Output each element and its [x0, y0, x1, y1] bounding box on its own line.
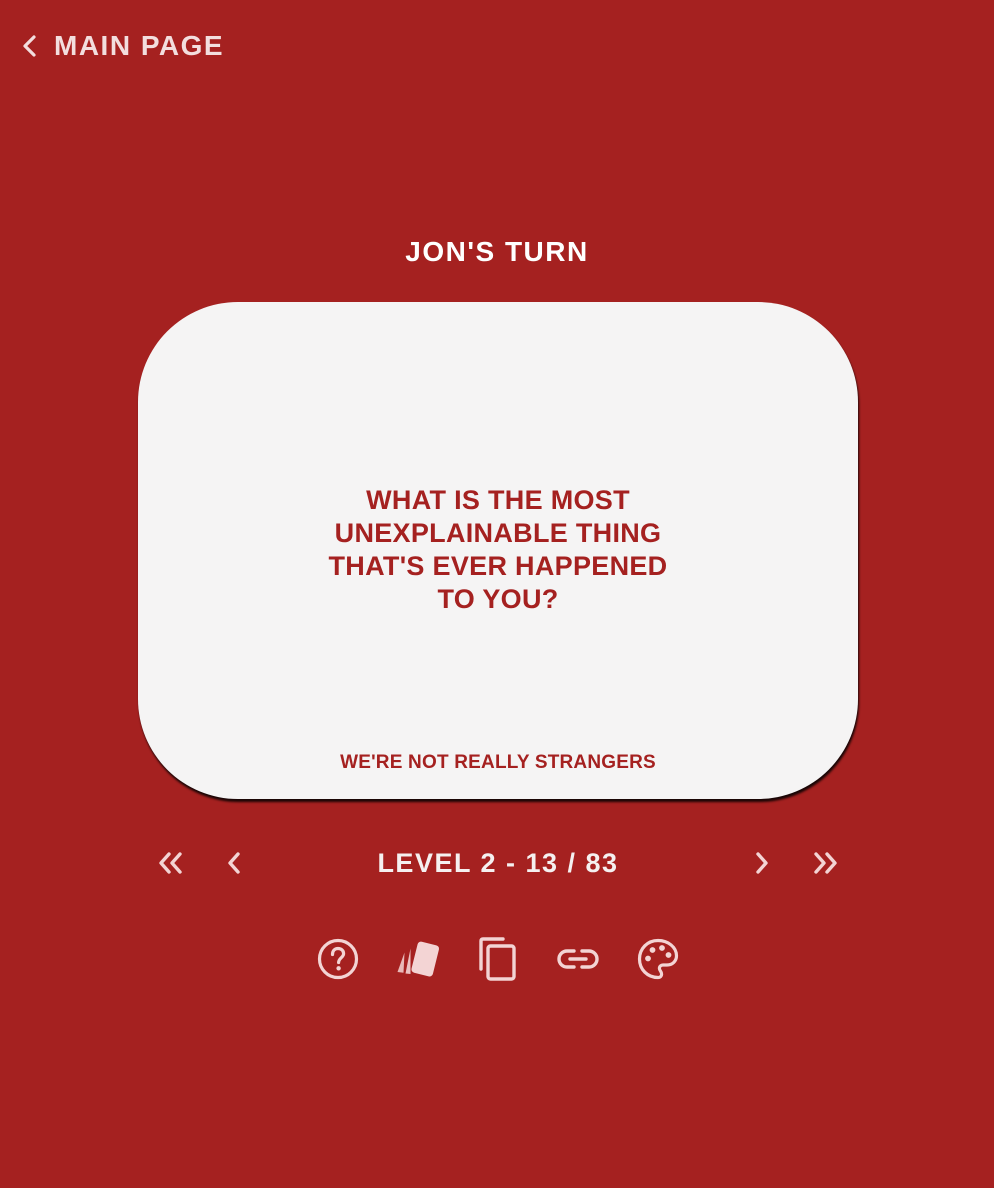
first-card-button[interactable]: [152, 846, 188, 880]
double-chevron-right-icon: [814, 852, 837, 874]
theme-button[interactable]: [635, 936, 681, 982]
previous-card-button[interactable]: [216, 846, 252, 880]
copy-button[interactable]: [475, 936, 521, 982]
level-progress: LEVEL 2 - 13 / 83: [377, 848, 619, 878]
help-button[interactable]: [315, 936, 361, 982]
link-button[interactable]: [555, 936, 601, 982]
question-text: WHAT IS THE MOST UNEXPLAINABLE THING THA…: [328, 485, 668, 614]
cards-icon: [397, 941, 440, 977]
main-page-link[interactable]: MAIN PAGE: [18, 28, 224, 64]
help-icon: [317, 938, 359, 980]
double-chevron-left-icon: [159, 852, 182, 874]
next-card-button[interactable]: [744, 846, 780, 880]
turn-label: JON'S TURN: [405, 236, 589, 267]
copy-icon: [479, 937, 516, 981]
question-card: WHAT IS THE MOST UNEXPLAINABLE THING THA…: [138, 302, 858, 799]
cards-button[interactable]: [395, 936, 441, 982]
chevron-left-icon: [228, 852, 240, 874]
last-card-button[interactable]: [808, 846, 844, 880]
main-page-label: MAIN PAGE: [54, 30, 225, 61]
chevron-right-icon: [756, 852, 768, 874]
game-brand: WE'RE NOT REALLY STRANGERS: [340, 752, 656, 773]
link-icon: [557, 949, 599, 969]
chevron-left-icon: [23, 35, 36, 57]
palette-icon: [637, 938, 679, 980]
